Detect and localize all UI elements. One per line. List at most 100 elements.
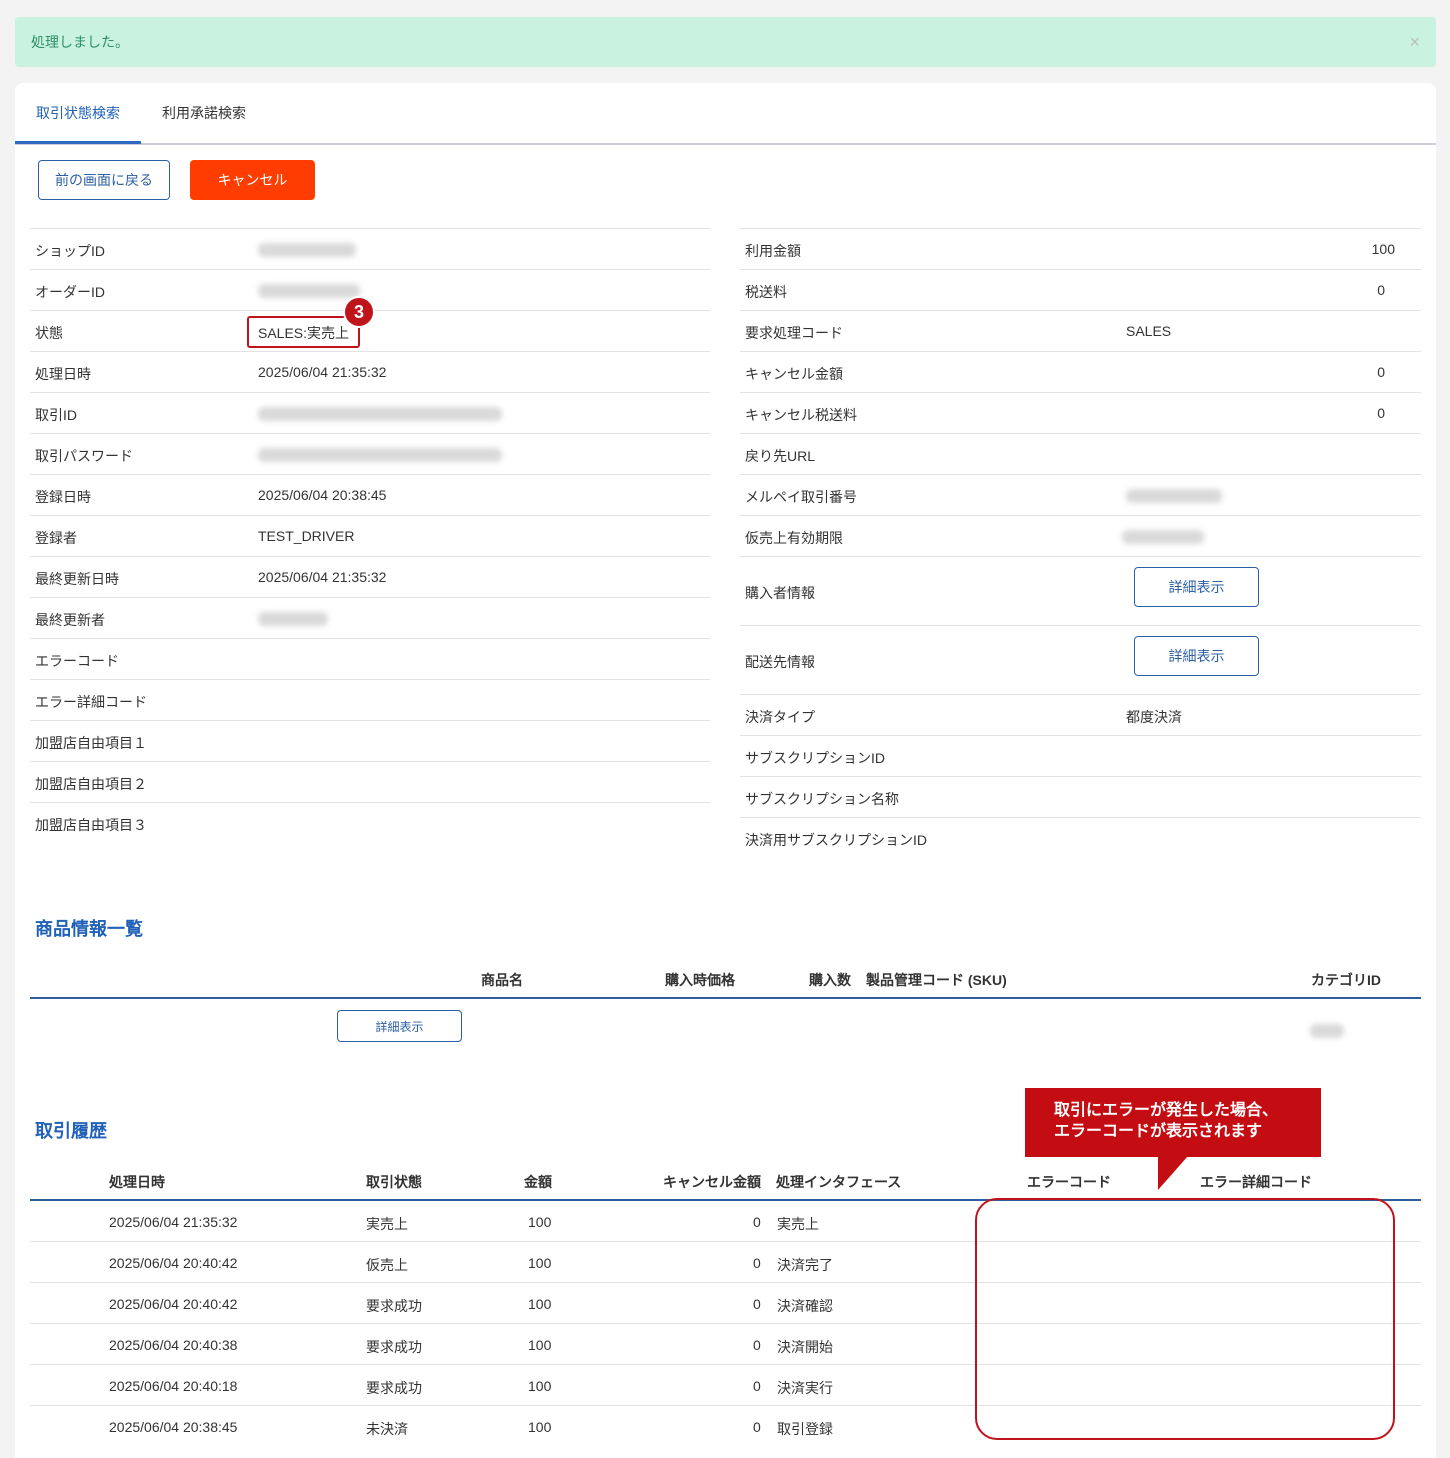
row-status: 仮売上 (366, 1257, 408, 1273)
field-label: 仮売上有効期限 (745, 530, 843, 546)
row-interface: 決済実行 (777, 1380, 833, 1396)
callout-pointer (1158, 1156, 1188, 1190)
error-columns-highlight-frame (975, 1198, 1395, 1440)
field-register-date: 登録日時 2025/06/04 20:38:45 (30, 474, 710, 515)
field-label: 税送料 (745, 284, 787, 300)
col-process-date: 処理日時 (109, 1174, 165, 1190)
field-value: 2025/06/04 21:35:32 (258, 569, 387, 585)
cancel-button[interactable]: キャンセル (190, 160, 315, 200)
row-status: 未決済 (366, 1421, 408, 1437)
field-label: キャンセル金額 (745, 366, 843, 382)
row-cancel: 0 (753, 1378, 761, 1394)
tab-transaction-search[interactable]: 取引状態検索 (15, 103, 141, 144)
field-value: SALES (1126, 323, 1172, 339)
masked-value (258, 612, 328, 626)
row-amount: 100 (528, 1337, 552, 1353)
col-purchase-price: 購入時価格 (665, 972, 735, 988)
field-label: サブスクリプション名称 (745, 791, 899, 807)
row-cancel: 0 (753, 1214, 761, 1230)
row-status: 要求成功 (366, 1339, 422, 1355)
field-label: キャンセル税送料 (745, 407, 857, 423)
field-value: 0 (1377, 405, 1385, 421)
tab-bar: 取引状態検索 利用承諾検索 (15, 83, 1436, 145)
field-payment-type: 決済タイプ 都度決済 (740, 694, 1421, 735)
field-return-url: 戻り先URL (740, 433, 1421, 474)
back-button[interactable]: 前の画面に戻る (38, 160, 170, 200)
field-label: ショップID (35, 243, 105, 259)
field-payment-subscription-id: 決済用サブスクリプションID (740, 817, 1421, 858)
field-label: エラーコード (35, 653, 119, 669)
field-label: 加盟店自由項目３ (35, 817, 147, 833)
field-label: 最終更新者 (35, 612, 105, 628)
field-buyer-info: 購入者情報 詳細表示 (740, 556, 1421, 625)
field-registrant: 登録者 TEST_DRIVER (30, 515, 710, 556)
field-value: 0 (1377, 282, 1385, 298)
tab-consent-search[interactable]: 利用承諾検索 (162, 103, 246, 143)
masked-value (258, 284, 360, 298)
field-access-id: 取引ID (30, 392, 710, 433)
field-last-updater: 最終更新者 (30, 597, 710, 638)
row-amount: 100 (528, 1378, 552, 1394)
field-label: サブスクリプションID (745, 750, 885, 766)
error-callout: 取引にエラーが発生した場合、 エラーコードが表示されます (1025, 1088, 1321, 1157)
row-status: 要求成功 (366, 1380, 422, 1396)
buyer-detail-button[interactable]: 詳細表示 (1134, 567, 1259, 607)
masked-value (1126, 489, 1222, 503)
row-amount: 100 (528, 1419, 552, 1435)
field-label: メルペイ取引番号 (745, 489, 857, 505)
field-last-updated: 最終更新日時 2025/06/04 21:35:32 (30, 556, 710, 597)
field-label: 購入者情報 (745, 585, 815, 601)
field-label: 登録者 (35, 530, 77, 546)
field-value: 100 (1371, 241, 1395, 257)
field-cancel-tax: キャンセル税送料 0 (740, 392, 1421, 433)
row-date: 2025/06/04 20:40:18 (109, 1378, 238, 1394)
row-interface: 決済開始 (777, 1339, 833, 1355)
products-section-title: 商品情報一覧 (35, 919, 143, 939)
field-process-date: 処理日時 2025/06/04 21:35:32 (30, 351, 710, 392)
col-category-id: カテゴリID (1311, 972, 1381, 988)
shipping-detail-button[interactable]: 詳細表示 (1134, 636, 1259, 676)
masked-value (1122, 530, 1204, 544)
field-label: 利用金額 (745, 243, 801, 259)
row-amount: 100 (528, 1296, 552, 1312)
field-value: 2025/06/04 21:35:32 (258, 364, 387, 380)
col-error-detail: エラー詳細コード (1200, 1174, 1312, 1190)
row-cancel: 0 (753, 1255, 761, 1271)
col-cancel-amount: キャンセル金額 (663, 1174, 761, 1190)
field-value: 0 (1377, 364, 1385, 380)
field-label: 決済タイプ (745, 709, 815, 725)
masked-value (258, 243, 356, 257)
field-subscription-name: サブスクリプション名称 (740, 776, 1421, 817)
table-header-divider (30, 997, 1421, 999)
field-label: 配送先情報 (745, 654, 815, 670)
row-date: 2025/06/04 20:40:42 (109, 1296, 238, 1312)
field-label: 取引ID (35, 407, 77, 423)
field-label: オーダーID (35, 284, 105, 300)
success-alert: 処理しました。 × (15, 17, 1436, 67)
col-amount: 金額 (524, 1174, 552, 1190)
row-date: 2025/06/04 21:35:32 (109, 1214, 238, 1230)
row-cancel: 0 (753, 1419, 761, 1435)
field-error-detail: エラー詳細コード (30, 679, 710, 720)
col-error-code: エラーコード (1027, 1174, 1111, 1190)
product-detail-button[interactable]: 詳細表示 (337, 1010, 462, 1042)
field-value: 2025/06/04 20:38:45 (258, 487, 387, 503)
field-client-field-3: 加盟店自由項目３ (30, 802, 710, 843)
field-access-pass: 取引パスワード (30, 433, 710, 474)
row-cancel: 0 (753, 1337, 761, 1353)
masked-value (258, 407, 502, 421)
field-subscription-id: サブスクリプションID (740, 735, 1421, 776)
field-auth-expiry: 仮売上有効期限 (740, 515, 1421, 556)
field-client-field-1: 加盟店自由項目１ (30, 720, 710, 761)
field-cancel-amount: キャンセル金額 0 (740, 351, 1421, 392)
field-label: 加盟店自由項目１ (35, 735, 147, 751)
field-label: 取引パスワード (35, 448, 133, 464)
masked-value (258, 448, 502, 462)
status-highlight-frame (247, 316, 360, 348)
field-value: 都度決済 (1126, 709, 1182, 725)
col-sku: 製品管理コード (SKU) (866, 972, 1007, 988)
field-merpay-number: メルペイ取引番号 (740, 474, 1421, 515)
row-status: 実売上 (366, 1216, 408, 1232)
row-interface: 決済確認 (777, 1298, 833, 1314)
close-icon[interactable]: × (1409, 32, 1420, 53)
